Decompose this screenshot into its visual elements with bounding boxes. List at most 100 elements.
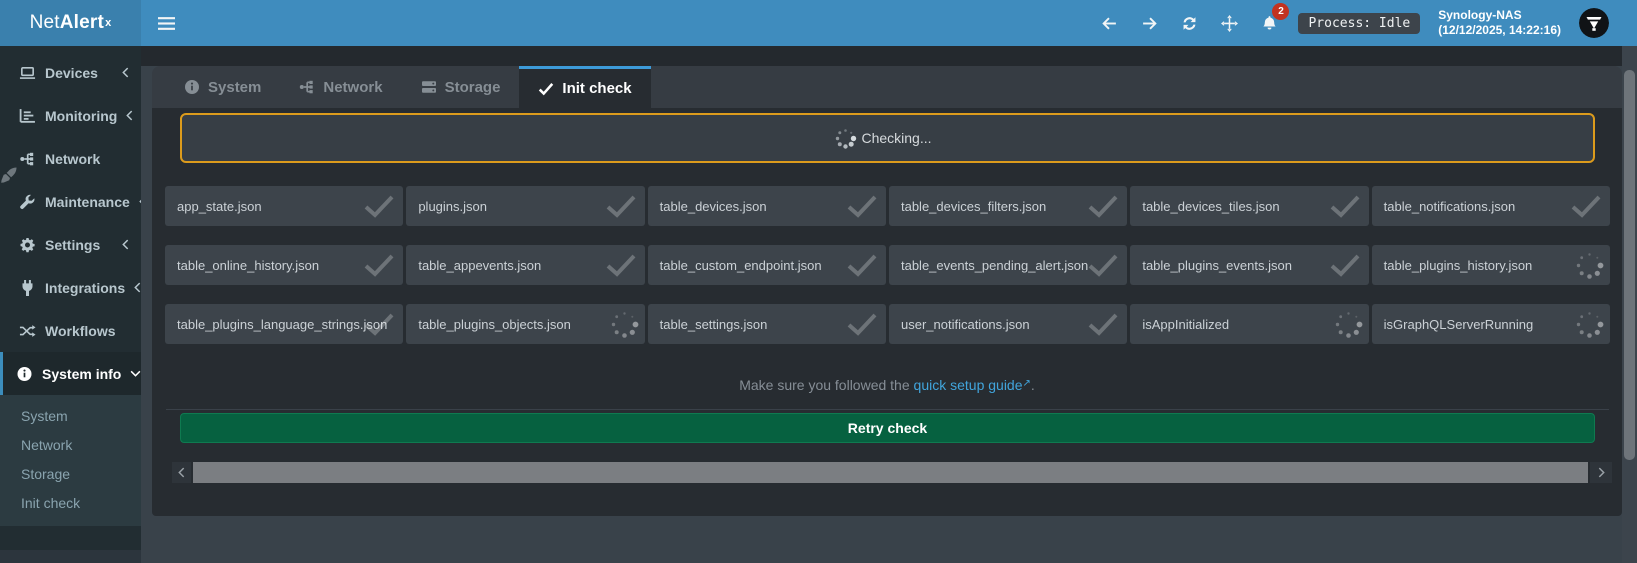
init-check-item: table_devices_tiles.json [1130, 186, 1368, 226]
nav-back-button[interactable] [1098, 12, 1120, 34]
info-circle-icon [16, 366, 33, 382]
checking-status-alert: Checking... [180, 113, 1595, 163]
sidebar-item-integrations[interactable]: Integrations [0, 266, 141, 309]
sidebar: Devices Monitoring Network Maintenance S… [0, 46, 141, 563]
sidebar-item-label: Workflows [45, 323, 129, 339]
link-text: quick setup guide [914, 377, 1023, 393]
submenu-item-system[interactable]: System [0, 402, 141, 431]
tab-network[interactable]: Network [280, 66, 401, 108]
hamburger-icon [158, 15, 175, 32]
check-icon [1087, 194, 1119, 218]
spinner-icon [1587, 263, 1592, 268]
sidebar-item-system-info[interactable]: System info [0, 352, 141, 395]
chevron-left-icon [178, 467, 185, 478]
main-content: System Network Storage Init check [141, 46, 1637, 563]
sidebar-submenu-system-info: System Network Storage Init check [0, 395, 141, 526]
init-check-item-name: table_devices.json [660, 199, 767, 214]
external-link-icon: ↗ [1023, 378, 1031, 389]
tab-init-check[interactable]: Init check [519, 66, 650, 108]
init-check-item: table_online_history.json [165, 245, 403, 285]
quick-setup-guide-link[interactable]: quick setup guide↗ [914, 377, 1031, 393]
init-check-item-name: table_online_history.json [177, 258, 319, 273]
init-check-item: table_plugins_history.json [1372, 245, 1610, 285]
init-check-item-name: user_notifications.json [901, 317, 1030, 332]
vertical-scrollbar[interactable] [1622, 46, 1637, 563]
tab-system[interactable]: System [165, 66, 280, 108]
logo-text-alert: Alert [60, 12, 104, 34]
init-check-item-name: table_devices_tiles.json [1142, 199, 1279, 214]
logo-sup-x: x [105, 17, 111, 29]
check-icon [363, 253, 395, 277]
laptop-icon [19, 65, 36, 81]
check-icon [1087, 312, 1119, 336]
submenu-item-network[interactable]: Network [0, 431, 141, 460]
init-check-item: user_notifications.json [889, 304, 1127, 344]
user-avatar[interactable] [1579, 8, 1609, 38]
init-check-item-name: plugins.json [418, 199, 487, 214]
refresh-icon [1181, 15, 1198, 32]
app-root: NetAlertx 2 [0, 0, 1637, 563]
navbar-right-cluster: 2 Process: Idle Synology-NAS (12/12/2025… [1098, 8, 1609, 38]
move-button[interactable] [1218, 12, 1240, 34]
init-check-item-name: isGraphQLServerRunning [1384, 317, 1534, 332]
init-check-item: isGraphQLServerRunning [1372, 304, 1610, 344]
refresh-button[interactable] [1178, 12, 1200, 34]
tab-label: System [208, 79, 261, 96]
submenu-item-init-check[interactable]: Init check [0, 489, 141, 518]
notifications-button[interactable]: 2 [1258, 12, 1280, 34]
content-header-band [141, 46, 1622, 66]
top-navbar: NetAlertx 2 [0, 0, 1637, 46]
sidebar-item-label: System info [42, 366, 121, 382]
init-check-item: table_devices.json [648, 186, 886, 226]
sidebar-item-monitoring[interactable]: Monitoring [0, 94, 141, 137]
init-check-item: table_custom_endpoint.json [648, 245, 886, 285]
check-icon [605, 253, 637, 277]
scroll-right-button[interactable] [1590, 462, 1612, 483]
system-info-card: System Network Storage Init check [152, 66, 1622, 516]
sidebar-item-network[interactable]: Network [0, 137, 141, 180]
check-icon [1329, 253, 1361, 277]
arrow-right-icon [1141, 15, 1158, 32]
sidebar-toggle-button[interactable] [155, 12, 177, 34]
init-check-item: table_plugins_events.json [1130, 245, 1368, 285]
init-check-item-name: table_plugins_history.json [1384, 258, 1533, 273]
init-check-item-name: table_plugins_language_strings.json [177, 317, 387, 332]
init-check-item-name: table_plugins_objects.json [418, 317, 571, 332]
sidebar-item-settings[interactable]: Settings [0, 223, 141, 266]
nav-forward-button[interactable] [1138, 12, 1160, 34]
vertical-scrollbar-thumb[interactable] [1624, 70, 1635, 460]
wrench-icon [19, 194, 36, 210]
chevron-left-icon [122, 239, 129, 250]
sidebar-item-label: Monitoring [45, 108, 117, 124]
spinner-icon [1346, 322, 1351, 327]
init-check-item-name: table_devices_filters.json [901, 199, 1046, 214]
scroll-left-button[interactable] [172, 462, 191, 483]
chevron-down-icon [130, 370, 141, 377]
horizontal-scrollbar-thumb[interactable] [193, 462, 1588, 483]
init-check-item-name: app_state.json [177, 199, 262, 214]
rocket-icon [1, 167, 17, 183]
init-check-item: app_state.json [165, 186, 403, 226]
init-check-item-name: isAppInitialized [1142, 317, 1229, 332]
init-check-item: table_appevents.json [406, 245, 644, 285]
sidebar-item-label: Settings [45, 237, 113, 253]
server-icon [421, 79, 437, 95]
init-check-item-name: table_events_pending_alert.json [901, 258, 1088, 273]
sidebar-item-devices[interactable]: Devices [0, 51, 141, 94]
check-icon [846, 253, 878, 277]
sidebar-item-label: Maintenance [45, 194, 130, 210]
hint-suffix: . [1031, 377, 1035, 393]
sidebar-item-maintenance[interactable]: Maintenance [0, 180, 141, 223]
host-info: Synology-NAS (12/12/2025, 14:22:16) [1438, 8, 1561, 38]
tab-label: Storage [445, 79, 501, 96]
app-logo[interactable]: NetAlertx [0, 0, 141, 46]
submenu-item-storage[interactable]: Storage [0, 460, 141, 489]
retry-check-button[interactable]: Retry check [180, 413, 1595, 443]
checking-status-text: Checking... [861, 130, 931, 146]
tab-storage[interactable]: Storage [402, 66, 520, 108]
sidebar-item-workflows[interactable]: Workflows [0, 309, 141, 352]
check-icon [846, 194, 878, 218]
sidebar-item-label: Devices [45, 65, 113, 81]
init-check-item: table_events_pending_alert.json [889, 245, 1127, 285]
setup-hint: Make sure you followed the quick setup g… [152, 377, 1622, 393]
